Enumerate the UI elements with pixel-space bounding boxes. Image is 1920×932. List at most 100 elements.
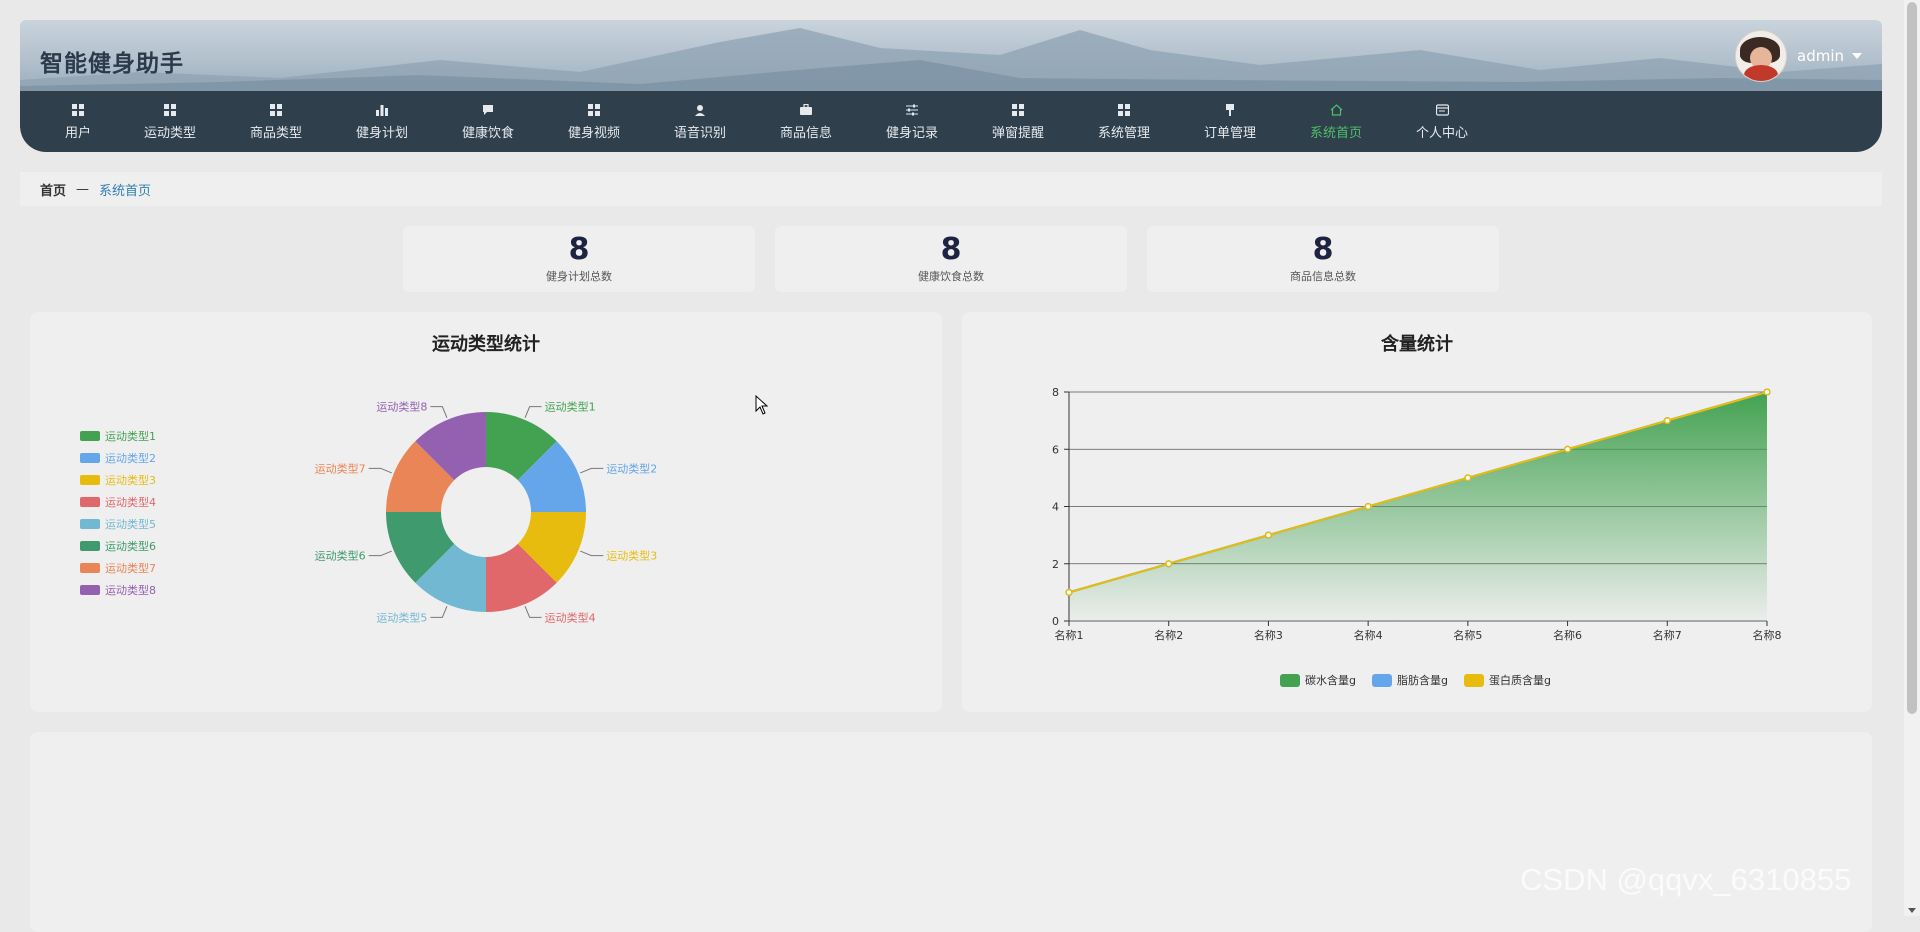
scrollbar-thumb[interactable] <box>1907 2 1917 714</box>
sliders-icon <box>905 103 919 117</box>
nav-item-fitness-record[interactable]: 健身记录 <box>859 91 965 152</box>
pie-chart-panel: 运动类型统计 运动类型1 运动类型2 运动类型3 运动类型4 运动类型5 运动类型6 运动类… <box>30 312 942 712</box>
nav-item-home[interactable]: 系统首页 <box>1283 91 1389 152</box>
x-tick-label: 名称7 <box>1653 628 1682 642</box>
nav-item-product-info[interactable]: 商品信息 <box>753 91 859 152</box>
line-legend-item[interactable]: 蛋白质含量g <box>1464 672 1551 688</box>
breadcrumb-home[interactable]: 首页 <box>40 180 66 199</box>
page-scrollbar[interactable] <box>1904 0 1920 916</box>
nav-item-label: 个人中心 <box>1415 125 1468 141</box>
pie-slice-label: 运动类型4 <box>545 610 596 624</box>
nav-item-label: 运动类型 <box>143 125 196 141</box>
nav-item-label: 健身计划 <box>355 125 408 141</box>
breadcrumb-separator: — <box>76 181 90 197</box>
avatar[interactable] <box>1735 30 1787 82</box>
data-point[interactable] <box>1264 531 1272 539</box>
nav-item-label: 健身记录 <box>885 125 938 141</box>
nav-item-label: 健身视频 <box>567 125 620 141</box>
data-point[interactable] <box>1663 417 1671 425</box>
grid-icon <box>587 103 601 117</box>
top-nav: 用户 运动类型 商品类型 健身计划 健康饮食 健身视频 语音识别 商品信息 健身… <box>20 91 1882 152</box>
x-tick-label: 名称3 <box>1254 628 1283 642</box>
x-tick-label: 名称8 <box>1753 628 1782 642</box>
area-chart: 0 2 4 6 8 名称1 名称2 名称3 名称4 名称5 名称6 名称7 名称8 <box>1052 386 1782 642</box>
pie-leader-line <box>368 467 392 474</box>
bar-chart-icon <box>375 103 389 117</box>
data-point[interactable] <box>1364 502 1372 511</box>
data-point[interactable] <box>1763 388 1771 396</box>
nav-item-label: 语音识别 <box>673 125 726 141</box>
nav-item-fitness-video[interactable]: 健身视频 <box>541 91 647 152</box>
pie-leader-line <box>430 406 448 418</box>
nav-item-voice-recognition[interactable]: 语音识别 <box>647 91 753 152</box>
nav-item-popup-reminder[interactable]: 弹窗提醒 <box>965 91 1071 152</box>
nav-item-user[interactable]: 用户 <box>25 91 131 152</box>
x-tick-label: 名称4 <box>1354 628 1383 642</box>
y-tick-label: 6 <box>1052 443 1059 456</box>
mouse-cursor-icon <box>755 395 769 415</box>
x-tick-label: 名称5 <box>1453 628 1482 642</box>
legend-label: 脂肪含量g <box>1397 674 1448 687</box>
pie-chart: 运动类型1 运动类型2 运动类型3 运动类型4 运动类型5 运动类型6 运动类型7 运动类型8 <box>315 400 658 625</box>
x-tick-label: 名称2 <box>1154 628 1183 642</box>
pie-slice-label: 运动类型3 <box>606 549 657 563</box>
y-tick-label: 0 <box>1052 615 1059 628</box>
legend-label: 蛋白质含量g <box>1489 674 1551 687</box>
grid-icon <box>1011 103 1025 117</box>
scroll-down-icon[interactable] <box>1908 908 1916 913</box>
nav-item-exercise-type[interactable]: 运动类型 <box>117 91 223 152</box>
app-title: 智能健身助手 <box>40 51 184 77</box>
mountain-background <box>20 28 1882 91</box>
nav-item-healthy-diet[interactable]: 健康饮食 <box>435 91 541 152</box>
chevron-down-icon[interactable] <box>1852 53 1862 59</box>
briefcase-icon <box>799 103 813 117</box>
nav-item-product-type[interactable]: 商品类型 <box>223 91 329 152</box>
nav-item-profile[interactable]: 个人中心 <box>1389 91 1495 152</box>
pie-leader-line <box>580 550 604 557</box>
flag-icon <box>1223 103 1237 117</box>
data-point[interactable] <box>1564 445 1572 453</box>
y-tick-label: 4 <box>1052 501 1059 514</box>
nav-item-order-management[interactable]: 订单管理 <box>1177 91 1283 152</box>
stat-value: 8 <box>940 232 962 267</box>
pie-slice-label: 运动类型7 <box>315 461 366 475</box>
header-banner: 智能健身助手 admin <box>20 20 1882 91</box>
nav-item-label: 弹窗提醒 <box>991 125 1044 141</box>
stat-card-product-info: 8 商品信息总数 <box>1147 226 1499 292</box>
legend-label: 碳水含量g <box>1305 674 1356 687</box>
nav-item-label: 健康饮食 <box>461 125 514 141</box>
breadcrumb: 首页 — 系统首页 <box>20 172 1882 206</box>
pie-slice-label: 运动类型5 <box>376 610 427 624</box>
stat-card-fitness-plan: 8 健身计划总数 <box>403 226 755 292</box>
data-point[interactable] <box>1165 560 1173 568</box>
x-tick-label: 名称1 <box>1055 628 1084 642</box>
pie-leader-line <box>368 550 392 557</box>
y-tick-label: 2 <box>1052 558 1059 571</box>
nav-item-system-management[interactable]: 系统管理 <box>1071 91 1177 152</box>
pie-leader-line <box>524 606 542 618</box>
data-point[interactable] <box>1065 588 1073 596</box>
nav-item-label: 系统管理 <box>1097 125 1150 141</box>
pie-leader-line <box>580 467 604 474</box>
nav-item-label: 系统首页 <box>1309 125 1362 141</box>
breadcrumb-current: 系统首页 <box>99 183 152 199</box>
line-legend-item[interactable]: 碳水含量g <box>1280 672 1356 688</box>
pie-slice-label: 运动类型6 <box>315 549 366 563</box>
bottom-panel <box>30 732 1872 932</box>
username[interactable]: admin <box>1797 47 1844 65</box>
data-point[interactable] <box>1464 474 1472 482</box>
user-menu[interactable]: admin <box>1735 30 1862 82</box>
chat-icon <box>481 103 495 117</box>
x-tick-label: 名称6 <box>1553 628 1582 642</box>
pie-leader-line <box>524 406 542 418</box>
stat-value: 8 <box>1312 232 1334 267</box>
line-legend-item[interactable]: 脂肪含量g <box>1372 672 1448 688</box>
stat-label: 健康饮食总数 <box>918 270 984 283</box>
pie-slice-label: 运动类型1 <box>545 400 596 414</box>
nav-item-label: 订单管理 <box>1203 125 1256 141</box>
pie-slice-label: 运动类型8 <box>376 400 427 414</box>
nav-item-fitness-plan[interactable]: 健身计划 <box>329 91 435 152</box>
legend-swatch <box>1372 673 1392 687</box>
stat-value: 8 <box>568 232 590 267</box>
stat-card-healthy-diet: 8 健康饮食总数 <box>775 226 1127 292</box>
